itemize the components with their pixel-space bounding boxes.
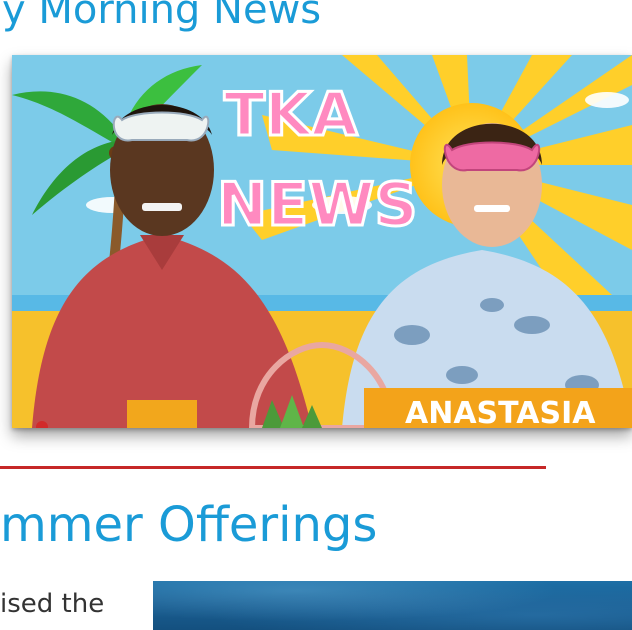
name-plate-text: ANASTASIA [405,396,596,428]
morning-news-heading: y Morning News [2,0,322,33]
name-plate: ANASTASIA [364,388,632,428]
sign-text-tka: TKA [224,80,358,150]
sign-text-news: NEWS [217,170,418,240]
page: y Morning News TKA NEWS ANASTASIA mmer O… [0,0,632,630]
news-video-thumbnail[interactable]: TKA NEWS ANASTASIA [12,55,632,428]
section-divider [0,466,546,469]
ocean-image [153,581,632,630]
section-body-text: ised the [0,589,105,619]
summer-offerings-heading: mmer Offerings [0,497,378,553]
news-video-scene: TKA NEWS ANASTASIA [12,55,632,428]
